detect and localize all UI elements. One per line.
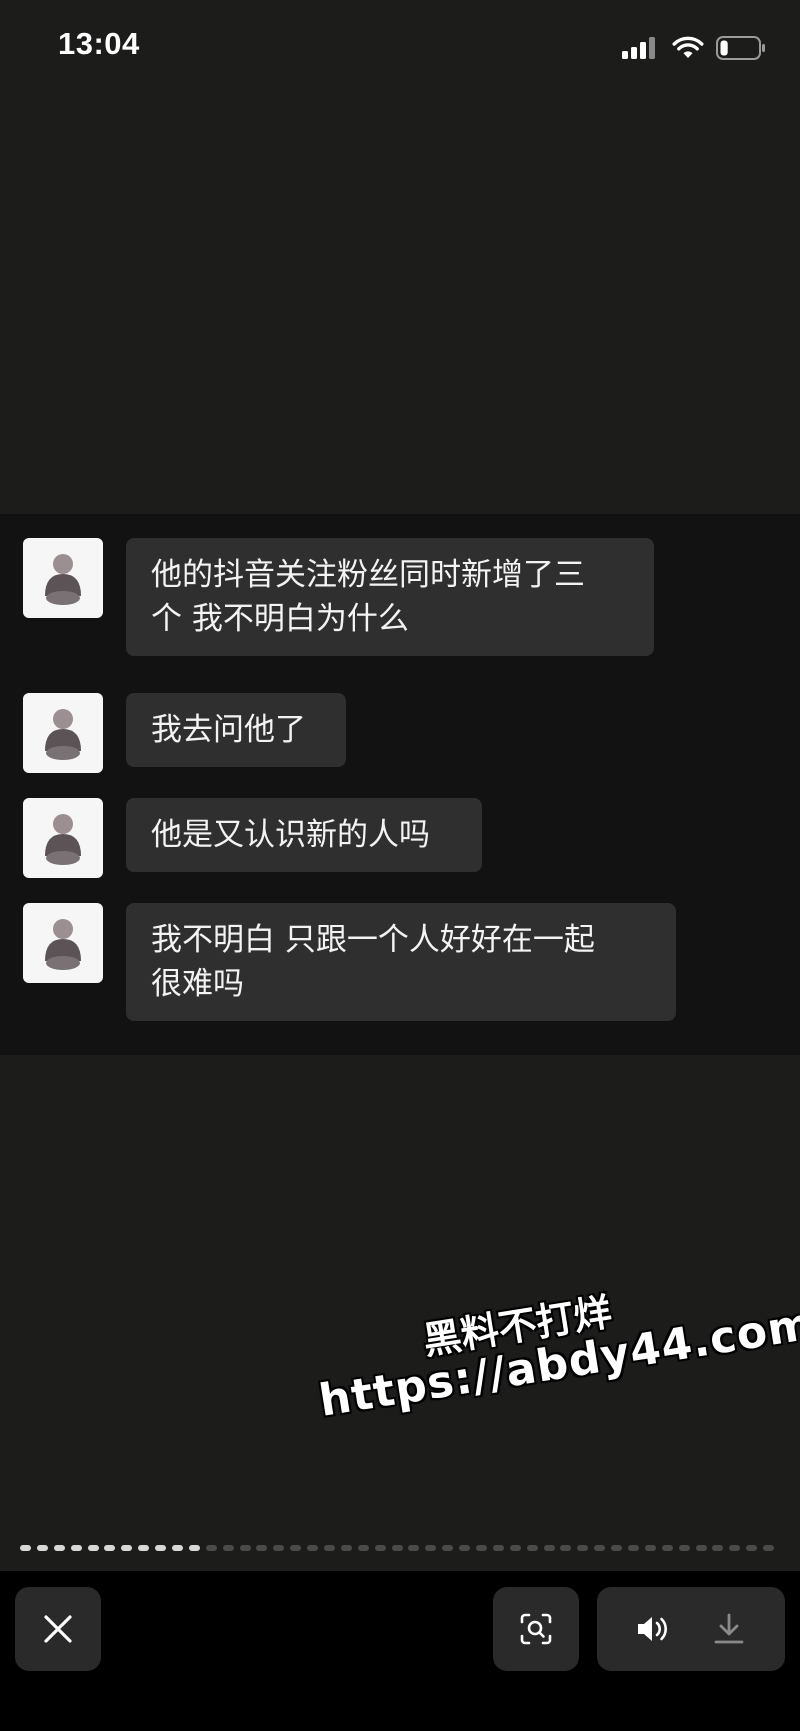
progress-dash: [391, 1545, 403, 1551]
progress-dash: [121, 1545, 133, 1551]
watermark: 黑料不打烊 https://abdy44.com: [310, 1262, 800, 1427]
download-icon: [714, 1613, 744, 1644]
media-controls: [597, 1587, 785, 1671]
progress-dash: [138, 1545, 150, 1551]
message-line: 他是又认识新的人吗: [151, 817, 430, 853]
progress-dash: [290, 1545, 302, 1551]
message-line: 很难吗: [151, 966, 244, 1002]
story-viewer-screen: 13:04 他的抖音关注粉丝同时新增了三 个 我不明白为什么 我去问他了 他是又…: [0, 0, 800, 1731]
message-line: 个 我不明白为什么: [151, 601, 409, 637]
page-progress-indicator: [20, 1545, 780, 1551]
progress-dash: [324, 1545, 335, 1551]
progress-dash: [661, 1545, 673, 1551]
progress-dash: [628, 1545, 639, 1551]
avatar-icon: [23, 798, 103, 878]
progress-dash: [256, 1545, 268, 1551]
message-bubble: 我不明白 只跟一个人好好在一起 很难吗: [126, 903, 676, 1021]
close-icon: [44, 1615, 72, 1643]
status-icons: [622, 34, 766, 62]
avatar-icon: [23, 693, 103, 773]
progress-dash: [36, 1545, 48, 1551]
progress-dash: [442, 1545, 454, 1551]
progress-dash: [87, 1545, 99, 1551]
progress-dash: [205, 1545, 217, 1551]
progress-dash: [459, 1545, 471, 1551]
progress-dash: [357, 1545, 369, 1551]
progress-dash: [644, 1545, 656, 1551]
progress-dash: [340, 1545, 352, 1551]
progress-dash: [222, 1545, 234, 1551]
chat-screenshot: 他的抖音关注粉丝同时新增了三 个 我不明白为什么 我去问他了 他是又认识新的人吗…: [0, 514, 800, 1055]
message-bubble: 他的抖音关注粉丝同时新增了三 个 我不明白为什么: [126, 538, 654, 656]
progress-dash: [408, 1545, 420, 1551]
progress-dash: [155, 1545, 167, 1551]
volume-button[interactable]: [636, 1614, 674, 1644]
progress-dash: [509, 1545, 521, 1551]
volume-icon: [638, 1617, 667, 1641]
progress-dash: [425, 1545, 437, 1551]
progress-dash: [729, 1545, 741, 1551]
progress-dash: [374, 1545, 386, 1551]
progress-dash: [712, 1545, 724, 1551]
close-button[interactable]: [15, 1587, 101, 1671]
progress-dash: [695, 1545, 707, 1551]
progress-dash: [746, 1545, 758, 1551]
progress-dash: [476, 1545, 487, 1551]
progress-dash: [678, 1545, 690, 1551]
progress-dash: [594, 1545, 606, 1551]
message-line: 他的抖音关注粉丝同时新增了三: [151, 557, 585, 593]
bottom-toolbar: [0, 1571, 800, 1731]
message-line: 我去问他了: [151, 712, 306, 748]
cellular-signal-icon: [622, 37, 655, 59]
message-bubble: 我去问他了: [126, 693, 346, 767]
progress-dash: [273, 1545, 285, 1551]
avatar-icon: [23, 538, 103, 618]
message-line: 我不明白 只跟一个人好好在一起: [151, 922, 595, 958]
progress-dash: [611, 1545, 623, 1551]
progress-dash: [104, 1545, 116, 1551]
progress-dash: [577, 1545, 589, 1551]
download-button[interactable]: [712, 1612, 746, 1646]
scan-button[interactable]: [493, 1587, 579, 1671]
progress-dash: [526, 1545, 538, 1551]
wifi-icon: [672, 36, 704, 58]
battery-icon: [716, 36, 765, 60]
progress-dash: [20, 1545, 31, 1551]
progress-dash: [239, 1545, 251, 1551]
progress-dash: [70, 1545, 82, 1551]
progress-dash: [543, 1545, 555, 1551]
message-bubble: 他是又认识新的人吗: [126, 798, 482, 872]
status-time: 13:04: [58, 26, 140, 61]
progress-dash: [763, 1545, 775, 1551]
progress-dash: [307, 1545, 319, 1551]
progress-dash: [560, 1545, 572, 1551]
progress-dash: [492, 1545, 504, 1551]
progress-dash: [188, 1545, 200, 1551]
progress-dash: [53, 1545, 65, 1551]
avatar-icon: [23, 903, 103, 983]
progress-dash: [172, 1545, 183, 1551]
scan-search-icon: [520, 1613, 552, 1645]
